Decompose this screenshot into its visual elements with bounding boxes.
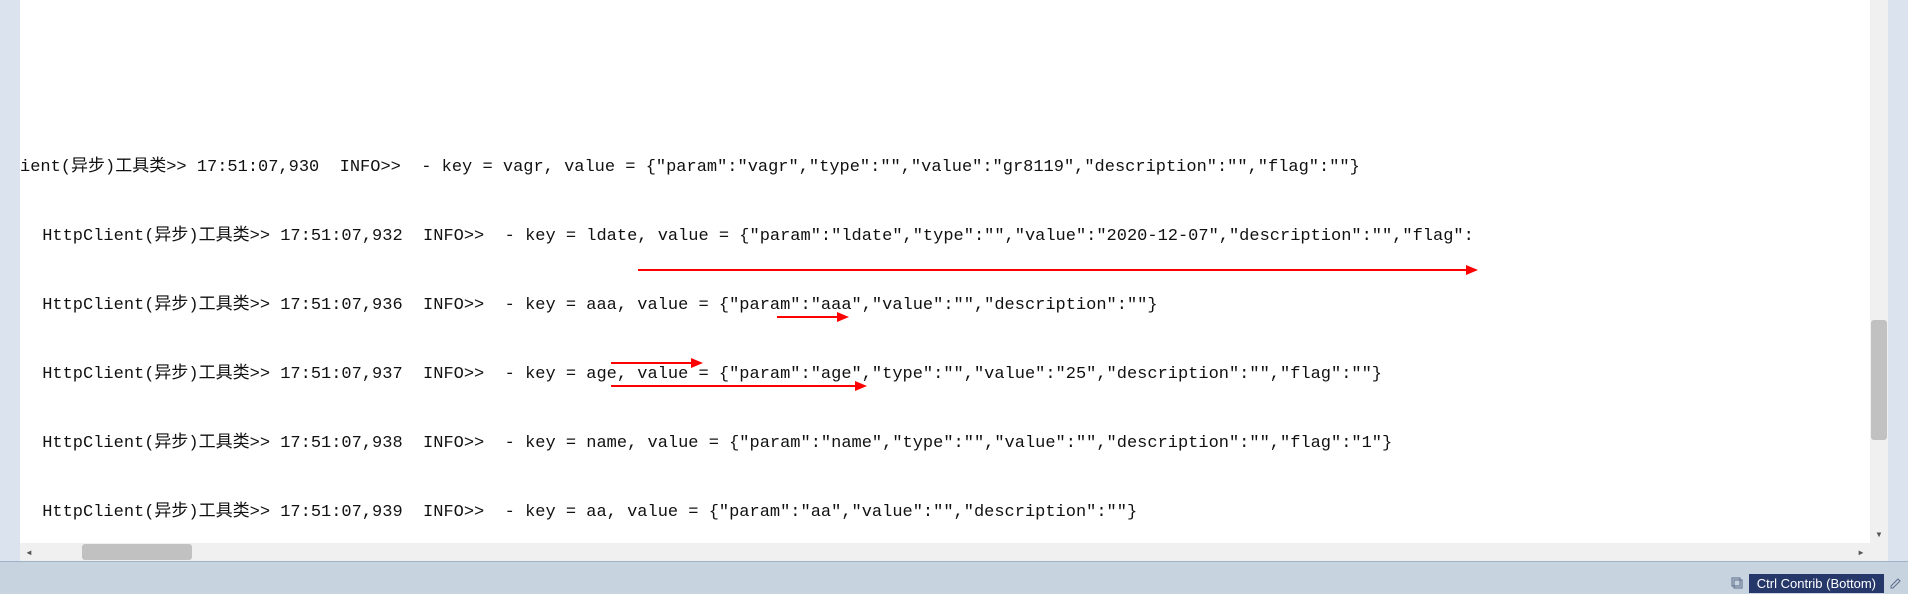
annotation-arrow [611, 385, 672, 477]
status-bar: Ctrl Contrib (Bottom) [0, 561, 1908, 594]
scrollbar-corner [1870, 543, 1888, 561]
vertical-scrollbar-thumb[interactable] [1871, 320, 1887, 440]
scroll-right-icon[interactable]: ▸ [1852, 543, 1870, 561]
log-line: ient(异步)工具类>> 17:51:07,930 INFO>> - key … [20, 156, 1870, 179]
edit-icon[interactable] [1887, 574, 1905, 592]
log-line: HttpClient(异步)工具类>> 17:51:07,938 INFO>> … [20, 432, 1870, 455]
scroll-left-icon[interactable]: ◂ [20, 543, 38, 561]
log-line: HttpClient(异步)工具类>> 17:51:07,939 INFO>> … [20, 501, 1870, 524]
log-panel: ient(异步)工具类>> 17:51:07,930 INFO>> - key … [20, 0, 1888, 561]
annotation-arrow [777, 316, 838, 408]
horizontal-scrollbar-thumb[interactable] [82, 544, 192, 560]
copy-icon[interactable] [1728, 574, 1746, 592]
log-line: HttpClient(异步)工具类>> 17:51:07,932 INFO>> … [20, 225, 1870, 248]
scroll-down-icon[interactable]: ▾ [1870, 525, 1888, 543]
log-line: HttpClient(异步)工具类>> 17:51:07,936 INFO>> … [20, 294, 1870, 317]
ctrl-contrib-button[interactable]: Ctrl Contrib (Bottom) [1749, 574, 1884, 593]
horizontal-scrollbar[interactable]: ◂ ▸ [20, 543, 1870, 561]
log-line: HttpClient(异步)工具类>> 17:51:07,937 INFO>> … [20, 363, 1870, 386]
log-viewer[interactable]: ient(异步)工具类>> 17:51:07,930 INFO>> - key … [20, 0, 1870, 543]
vertical-scrollbar[interactable]: ▾ [1870, 0, 1888, 543]
